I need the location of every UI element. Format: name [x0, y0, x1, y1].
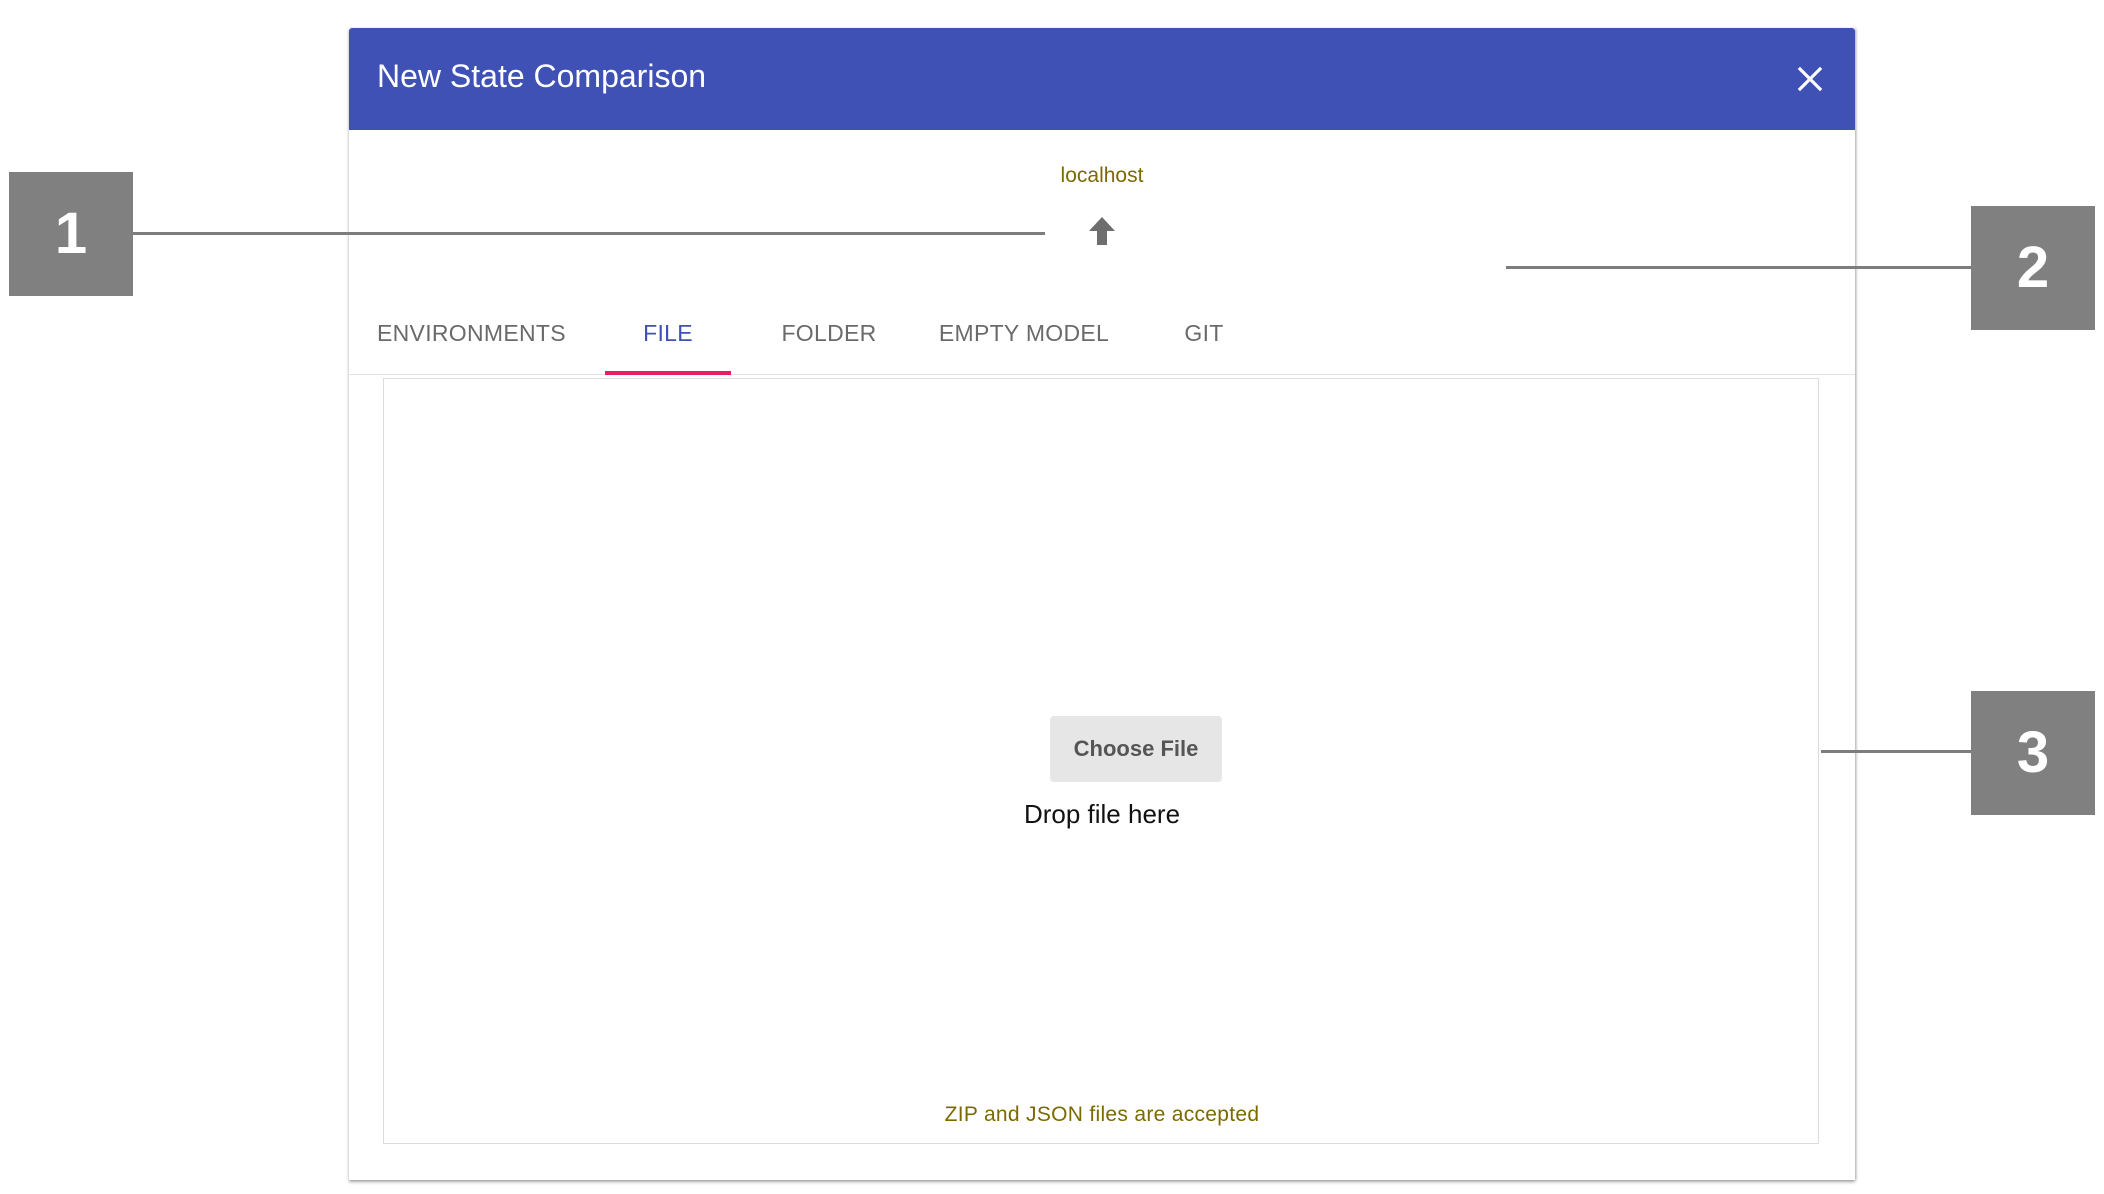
- close-icon: [1797, 66, 1823, 92]
- dialog-header: New State Comparison: [349, 28, 1855, 130]
- tab-empty-model[interactable]: EMPTY MODEL: [927, 292, 1121, 374]
- callout-3-line: [1821, 750, 1971, 753]
- background-window-edge: [1853, 36, 1861, 1180]
- tab-git[interactable]: GIT: [1163, 292, 1245, 374]
- host-label: localhost: [1060, 164, 1144, 187]
- new-state-comparison-dialog: New State Comparison localhost ENVIRONME…: [349, 28, 1855, 1180]
- tab-environments[interactable]: ENVIRONMENTS: [377, 292, 566, 374]
- tab-folder[interactable]: FOLDER: [773, 292, 885, 374]
- callout-3: 3: [1971, 691, 2095, 815]
- choose-file-button[interactable]: Choose File: [1050, 716, 1222, 782]
- accepted-files-note: ZIP and JSON files are accepted: [944, 1103, 1260, 1126]
- dialog-title: New State Comparison: [377, 58, 707, 94]
- close-button[interactable]: [1795, 64, 1825, 94]
- file-drop-zone[interactable]: Choose File Drop file here ZIP and JSON …: [383, 378, 1819, 1144]
- drop-file-text: Drop file here: [1023, 799, 1181, 829]
- source-tabs: ENVIRONMENTS FILE FOLDER EMPTY MODEL GIT: [349, 292, 1855, 375]
- arrow-up-icon[interactable]: [1088, 216, 1116, 246]
- screenshot-stage: New State Comparison localhost ENVIRONME…: [0, 0, 2104, 1194]
- callout-2-line: [1506, 266, 1971, 269]
- tab-file[interactable]: FILE: [605, 292, 731, 375]
- callout-2: 2: [1971, 206, 2095, 330]
- callout-1: 1: [9, 172, 133, 296]
- callout-1-line: [133, 232, 1045, 235]
